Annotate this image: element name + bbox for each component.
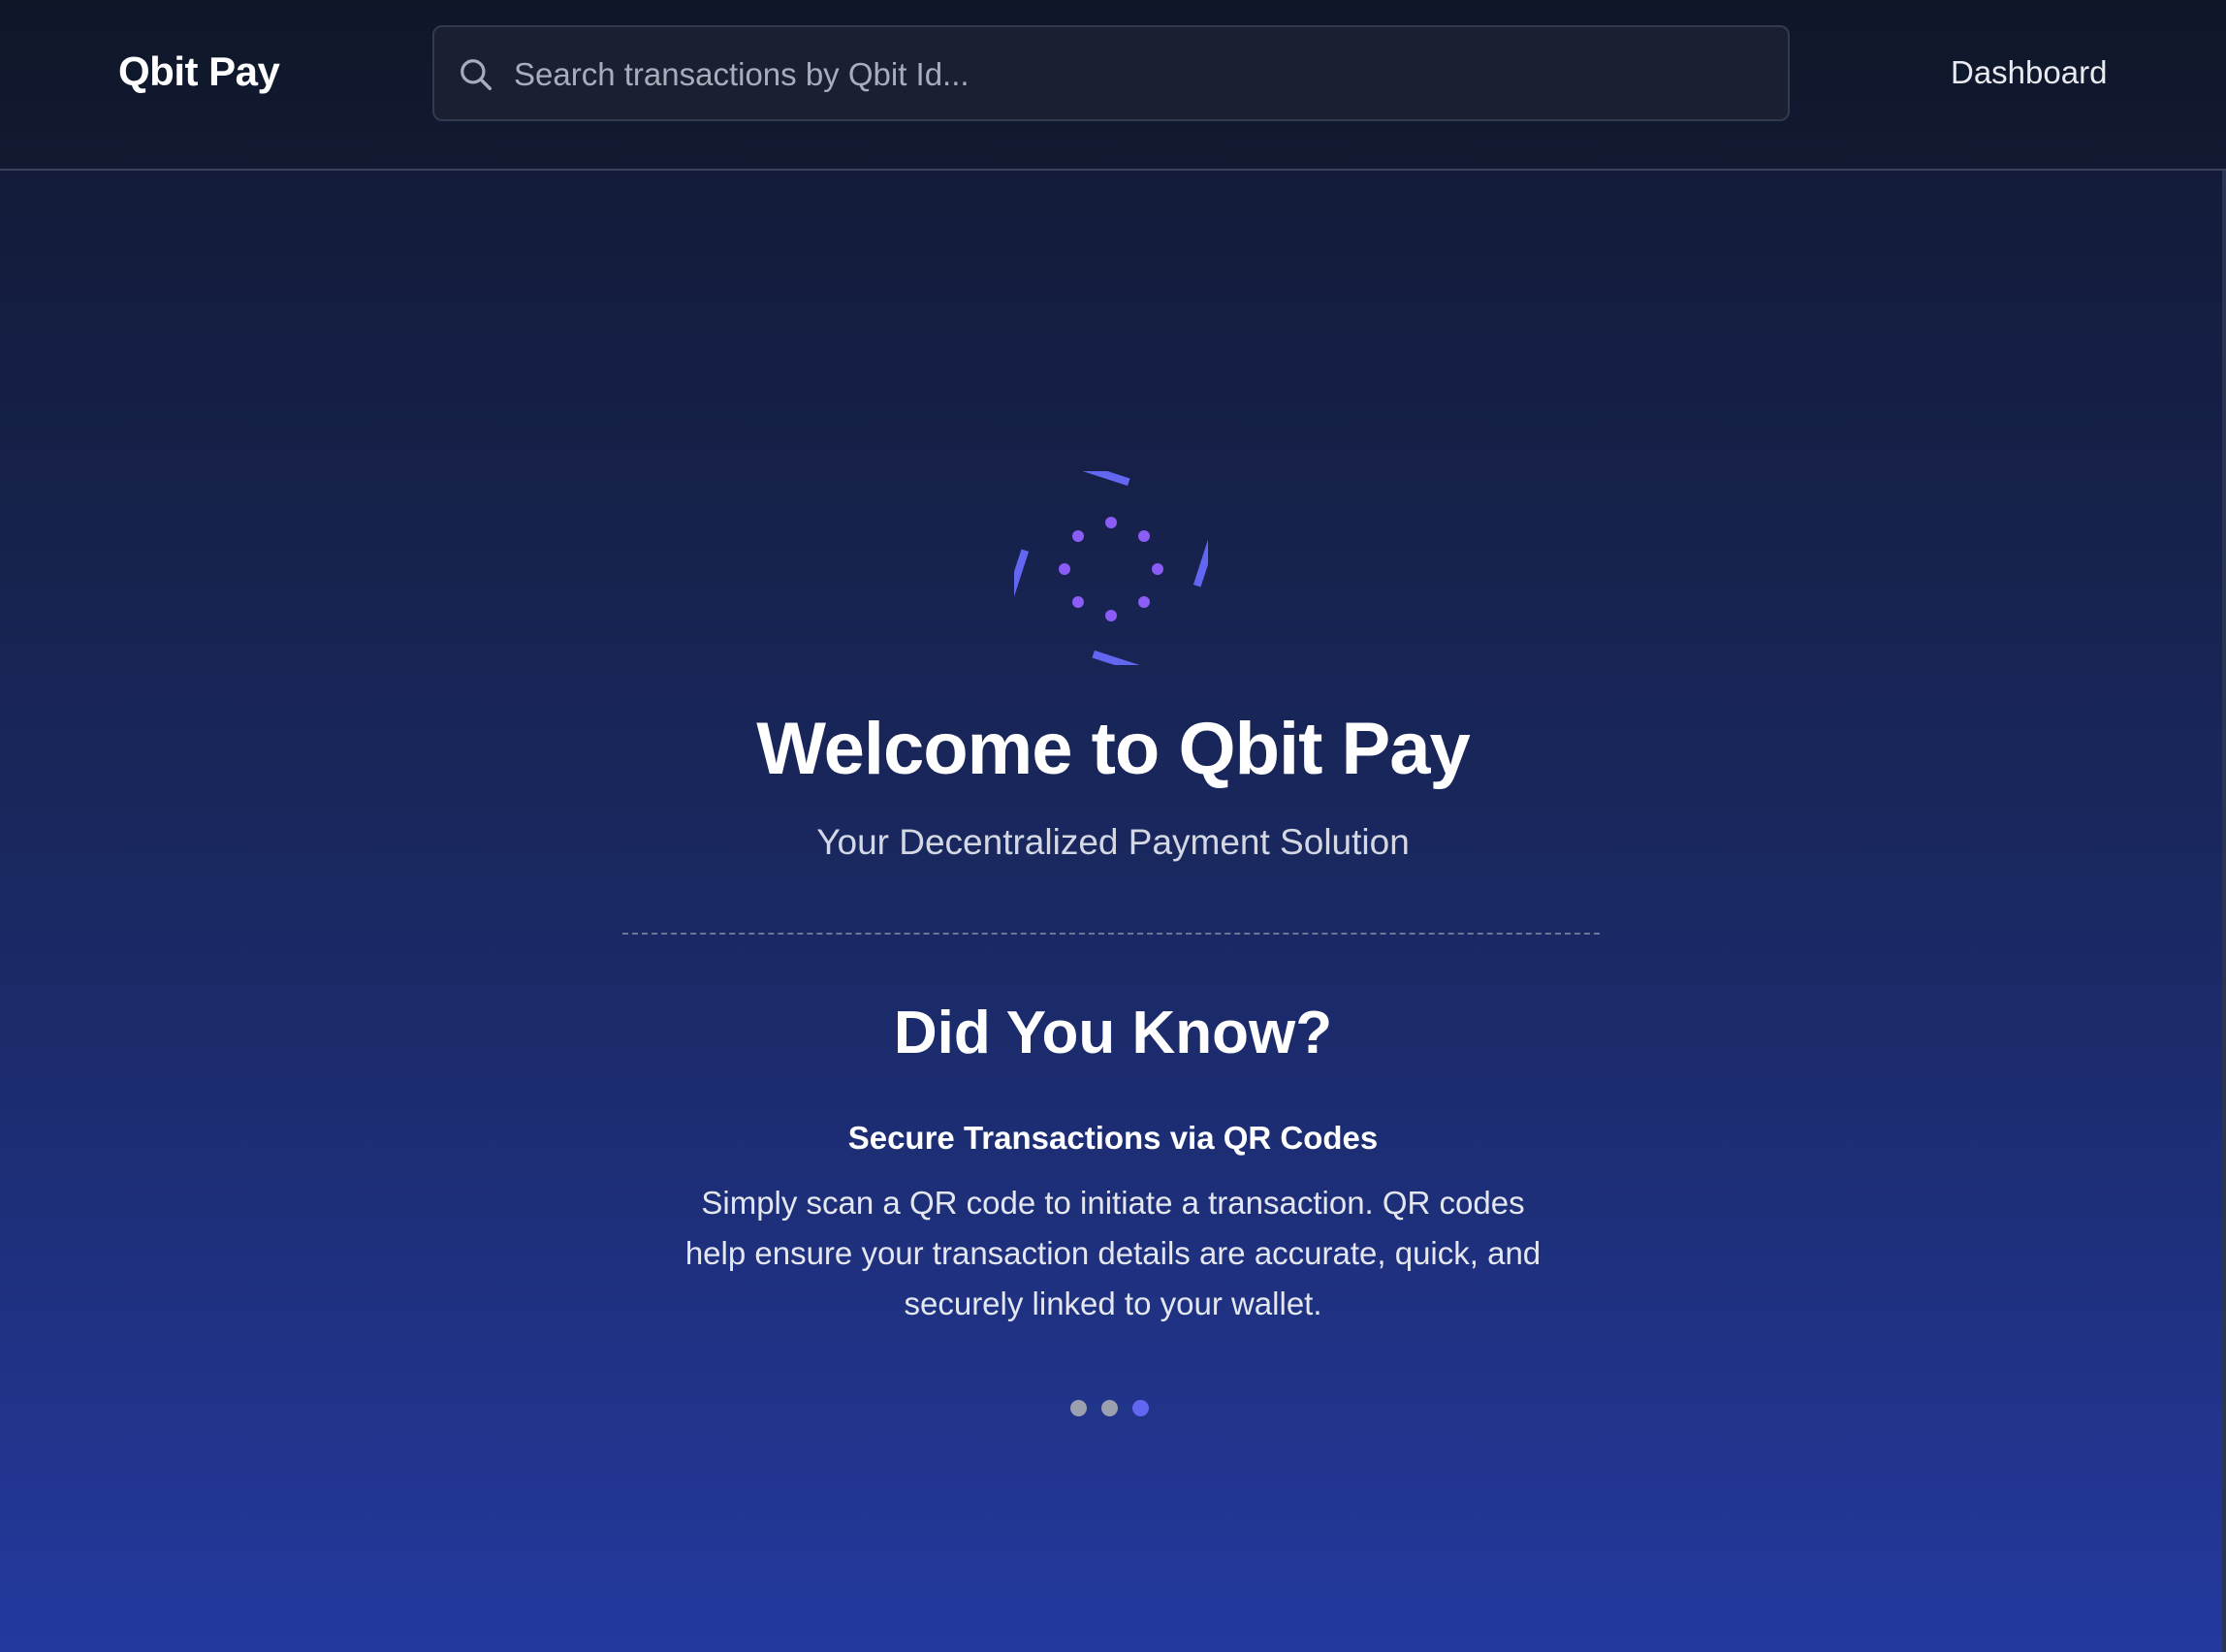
search-bar[interactable] — [432, 25, 1790, 121]
carousel-dot-1[interactable] — [1070, 1400, 1087, 1416]
hero-section: Welcome to Qbit Pay Your Decentralized P… — [0, 171, 2226, 1652]
spinner-logo-icon — [1014, 471, 1208, 665]
search-icon — [461, 59, 492, 90]
carousel-pagination — [1070, 1400, 1158, 1419]
carousel-dot-3[interactable] — [1132, 1400, 1149, 1416]
page-subtitle: Your Decentralized Payment Solution — [816, 822, 1410, 862]
tips-heading: Did You Know? — [893, 1000, 1333, 1066]
carousel-dot-2[interactable] — [1101, 1400, 1118, 1416]
tip-title: Secure Transactions via QR Codes — [847, 1120, 1379, 1156]
top-navbar: Qbit Pay Dashboard — [0, 0, 2226, 171]
search-input[interactable] — [512, 27, 1766, 121]
brand-logo-text[interactable]: Qbit Pay — [118, 48, 280, 95]
tip-body: Simply scan a QR code to initiate a tran… — [684, 1185, 1542, 1321]
page-title: Welcome to Qbit Pay — [756, 708, 1471, 790]
nav-dashboard-link[interactable]: Dashboard — [1951, 54, 2107, 91]
section-divider — [622, 933, 1600, 935]
